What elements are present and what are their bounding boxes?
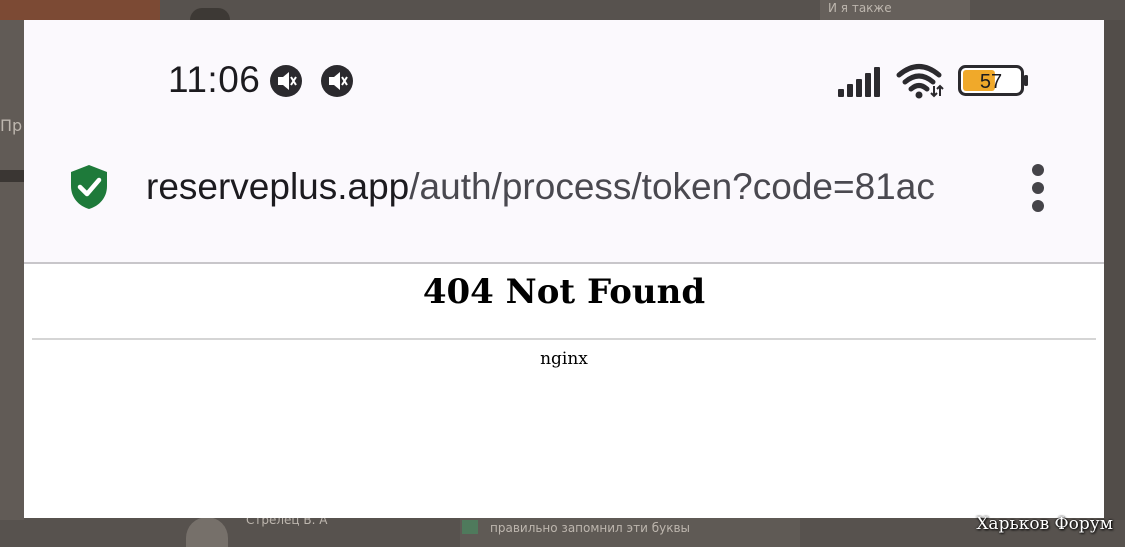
forum-left-divider xyxy=(0,170,24,182)
server-signature: nginx xyxy=(540,349,588,369)
shield-check-icon[interactable] xyxy=(68,163,110,211)
status-bar: 11:06 57 xyxy=(24,20,1104,135)
battery-icon: 57 xyxy=(958,65,1028,96)
speaker-mute-icon xyxy=(321,65,353,97)
wifi-icon xyxy=(896,64,944,99)
forum-post-snippet: И я также xyxy=(828,1,892,15)
forum-header-strip xyxy=(0,0,160,20)
forum-right-column xyxy=(1104,20,1125,520)
avatar xyxy=(190,8,230,20)
watermark: Харьков Форум xyxy=(976,514,1113,534)
url-host: reserveplus.app xyxy=(146,166,410,207)
battery-level: 57 xyxy=(980,71,1002,93)
more-vertical-icon[interactable] xyxy=(1024,162,1052,214)
url-field[interactable]: reserveplus.app/auth/process/token?code=… xyxy=(146,166,986,208)
divider xyxy=(32,338,1096,340)
quote-icon xyxy=(462,520,478,534)
speaker-mute-icon xyxy=(270,65,302,97)
forum-post-snippet: правильно запомнил эти буквы xyxy=(490,521,691,535)
phone-screen: 11:06 57 reserveplus.app/auth/process/to… xyxy=(24,20,1104,518)
forum-left-fragment: Пр xyxy=(0,116,23,135)
page-title: 404 Not Found xyxy=(422,272,706,312)
status-time: 11:06 xyxy=(168,59,261,100)
avatar xyxy=(186,517,228,547)
cellular-signal-icon xyxy=(838,67,880,97)
forum-left-column xyxy=(0,20,24,520)
page-content: 404 Not Found nginx xyxy=(24,266,1104,518)
url-path: /auth/process/token?code=81ac xyxy=(409,166,935,207)
